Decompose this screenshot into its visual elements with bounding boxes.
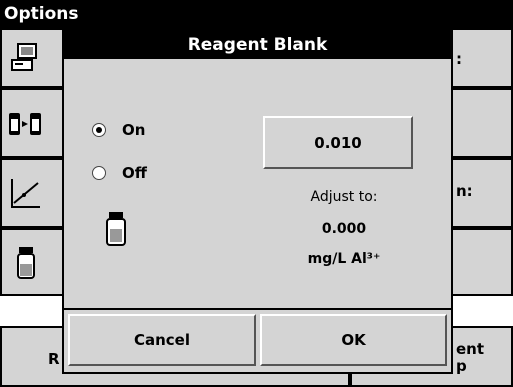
radio-off[interactable]: Off	[92, 164, 147, 182]
vial-icon	[17, 247, 35, 279]
adjust-value: 0.000	[321, 221, 367, 237]
computer-icon	[11, 43, 37, 71]
blank-value: 0.010	[314, 133, 362, 152]
radio-on-indicator[interactable]	[92, 123, 106, 137]
radio-on-label: On	[122, 121, 146, 139]
cancel-label: Cancel	[133, 331, 190, 349]
options-label-bottom-1: ent	[456, 340, 485, 358]
sample-transfer-icon	[9, 113, 41, 135]
graph-icon	[11, 179, 40, 208]
vial-icon	[106, 212, 126, 246]
cancel-button[interactable]: Cancel	[68, 314, 256, 366]
ok-label: OK	[341, 331, 366, 349]
radio-off-indicator[interactable]	[92, 166, 106, 180]
blank-value-button[interactable]: 0.010	[263, 116, 413, 169]
options-label-bottom-left: R	[48, 350, 60, 368]
options-label-bottom-2: p	[456, 357, 467, 375]
unit-label: mg/L Al³⁺	[307, 251, 381, 267]
reagent-blank-dialog: Reagent Blank On Off 0.010 Adjust to: 0.…	[62, 29, 453, 374]
radio-off-label: Off	[122, 164, 147, 182]
options-label-3: n:	[456, 182, 473, 200]
dialog-title: Reagent Blank	[64, 31, 451, 59]
options-title: Options	[4, 4, 79, 24]
radio-on[interactable]: On	[92, 121, 145, 139]
adjust-label: Adjust to:	[310, 189, 378, 205]
ok-button[interactable]: OK	[260, 314, 447, 366]
dialog-footer: Cancel OK	[64, 308, 451, 372]
options-label-1: :	[456, 50, 462, 68]
options-title-bar: Options	[0, 0, 513, 28]
